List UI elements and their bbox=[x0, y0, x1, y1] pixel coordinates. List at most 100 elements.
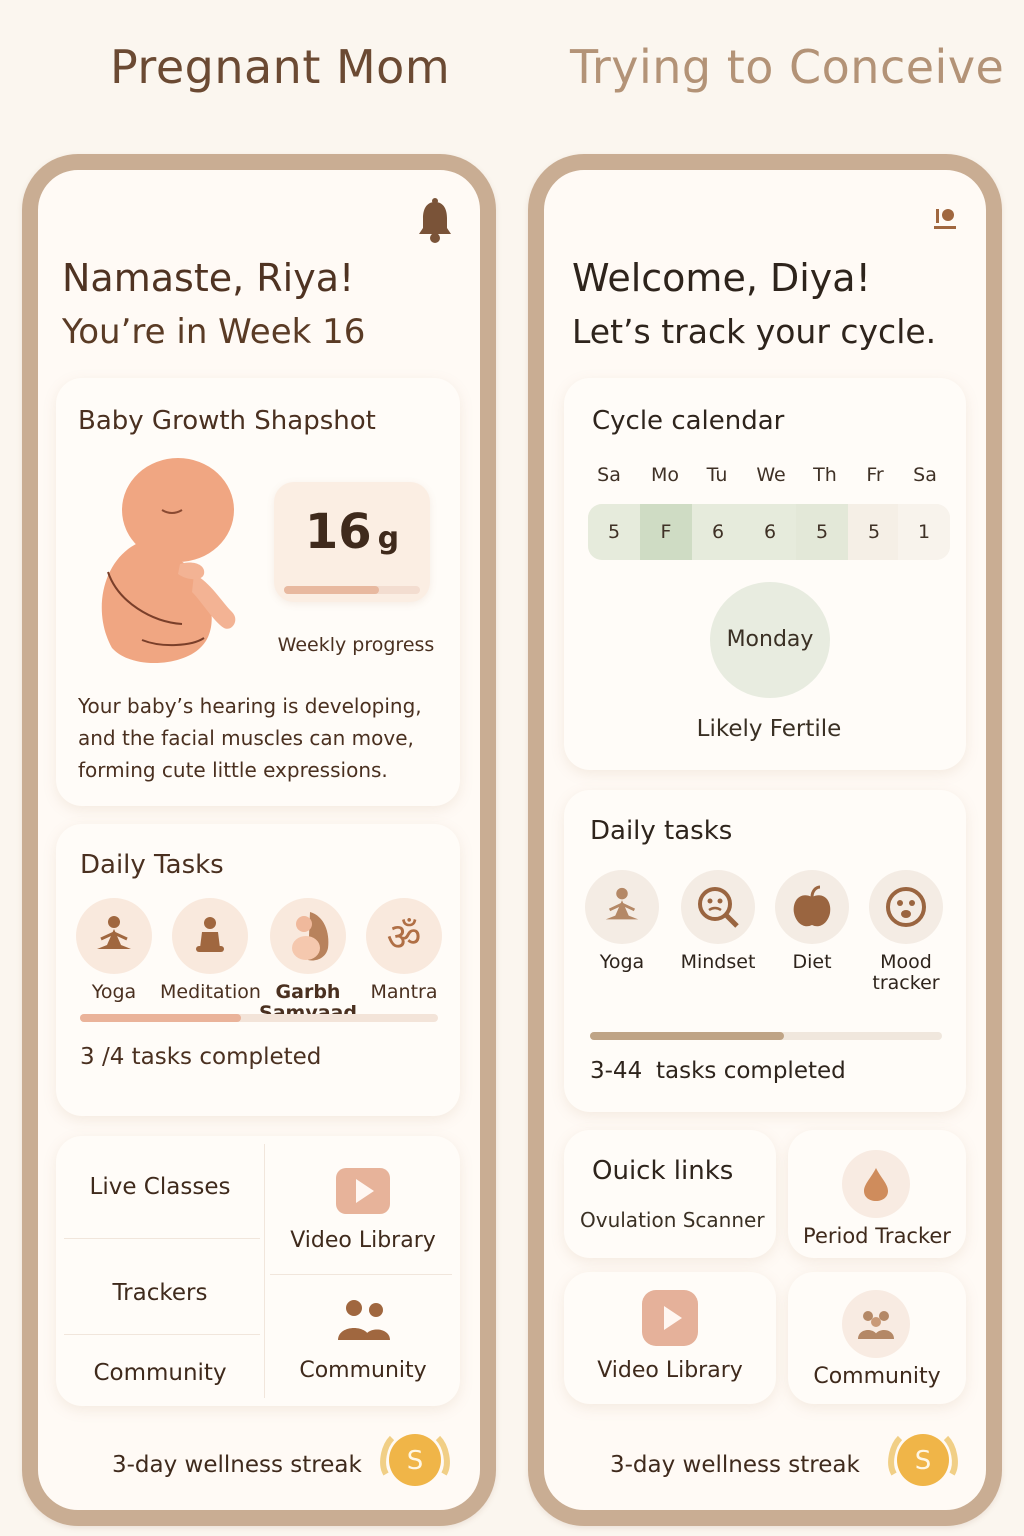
weekday: Sa bbox=[597, 464, 621, 486]
date-cell[interactable]: 5 bbox=[588, 504, 640, 560]
weekday: We bbox=[756, 464, 786, 486]
grid-divider bbox=[270, 1274, 452, 1275]
snapshot-title: Baby Growth Shapshot bbox=[78, 406, 376, 436]
task-label: Meditation bbox=[160, 981, 261, 1003]
community-card[interactable]: Community bbox=[788, 1272, 966, 1404]
trying-to-conceive-heading: Trying to Conceive bbox=[570, 40, 1005, 94]
trying-to-conceive-phone: Welcome, Diya! Let’s track your cycle. C… bbox=[528, 154, 1002, 1526]
links-grid-card: Live Classes Trackers Community Video Li… bbox=[56, 1136, 460, 1406]
task-label: Yoga bbox=[91, 981, 137, 1003]
week-subtitle: You’re in Week 16 bbox=[62, 312, 366, 352]
tasks-completed-text: tasks completed bbox=[656, 1058, 846, 1084]
task-circle bbox=[585, 870, 659, 944]
greeting: Namaste, Riya! bbox=[62, 256, 355, 300]
community-icon bbox=[858, 1311, 894, 1339]
play-icon bbox=[642, 1290, 698, 1346]
quick-links-title: Ouick links bbox=[592, 1156, 734, 1186]
live-classes-link[interactable]: Live Classes bbox=[60, 1174, 260, 1200]
task-yoga[interactable]: Yoga bbox=[572, 870, 672, 973]
tasks-progress-bar bbox=[590, 1032, 942, 1040]
wellness-streak-text: 3-day wellness streak bbox=[112, 1452, 362, 1478]
community-label: Community bbox=[813, 1364, 941, 1389]
date-cell[interactable]: 6 bbox=[692, 504, 744, 560]
video-library-link[interactable]: Video Library bbox=[266, 1162, 460, 1262]
tasks-progress-fill bbox=[590, 1032, 784, 1040]
task-garbh-samvaad[interactable]: Garbh Samvaad bbox=[258, 898, 358, 1024]
task-yoga[interactable]: Yoga bbox=[64, 898, 164, 1003]
task-circle bbox=[172, 898, 248, 974]
task-label: Mantra bbox=[370, 981, 438, 1003]
fertility-status: Likely Fertile bbox=[696, 716, 842, 742]
task-mindset[interactable]: Mindset bbox=[668, 870, 768, 973]
task-mood-tracker[interactable]: Mood tracker bbox=[856, 870, 956, 994]
period-tracker-label: Period Tracker bbox=[803, 1224, 951, 1248]
bell-icon[interactable] bbox=[416, 198, 454, 246]
task-label: Yoga bbox=[599, 951, 645, 973]
task-label: Mood tracker bbox=[872, 951, 940, 994]
trackers-link[interactable]: Trackers bbox=[60, 1280, 260, 1306]
pregnant-mom-heading: Pregnant Mom bbox=[110, 40, 451, 94]
weekday: Fr bbox=[866, 464, 884, 486]
grid-divider bbox=[64, 1334, 260, 1335]
tasks-completed-number: 3-44 bbox=[590, 1058, 643, 1084]
daily-tasks-card: Daily Tasks Yoga Meditation Garbh Samvaa… bbox=[56, 824, 460, 1116]
ovulation-scanner-link[interactable]: Ovulation Scanner bbox=[580, 1208, 765, 1232]
grid-divider bbox=[264, 1144, 265, 1398]
weight-value: 16 bbox=[304, 504, 372, 560]
task-meditation[interactable]: Meditation bbox=[160, 898, 261, 1003]
date-cell[interactable]: 5 bbox=[848, 504, 900, 560]
video-library-card[interactable]: Video Library bbox=[564, 1272, 776, 1404]
date-cell[interactable]: 1 bbox=[898, 504, 950, 560]
streak-medal-icon: S bbox=[888, 1434, 958, 1486]
task-diet[interactable]: Diet bbox=[762, 870, 862, 973]
svg-text:S: S bbox=[407, 1446, 424, 1476]
community-link[interactable]: Community bbox=[60, 1360, 260, 1386]
drop-circle bbox=[842, 1150, 910, 1218]
wellness-streak-text: 3-day wellness streak bbox=[610, 1452, 860, 1478]
community-circle bbox=[842, 1290, 910, 1358]
drop-icon bbox=[864, 1168, 888, 1201]
weekday-row: Sa Mo Tu We Th Fr Sa bbox=[584, 464, 954, 490]
baby-growth-card[interactable]: Baby Growth Shapshot 16 g Weekly progress… bbox=[56, 378, 460, 806]
date-cell-selected[interactable]: F bbox=[640, 504, 692, 560]
streak-medal-icon: S bbox=[380, 1434, 450, 1486]
tasks-title: Daily Tasks bbox=[80, 850, 224, 880]
quick-links-card[interactable]: Ouick links Ovulation Scanner bbox=[564, 1130, 776, 1258]
cycle-subtitle: Let’s track your cycle. bbox=[572, 312, 937, 351]
snapshot-description: Your baby’s hearing is developing, and t… bbox=[78, 694, 422, 782]
community-right-link[interactable]: Community bbox=[266, 1292, 460, 1392]
mood-face-icon bbox=[886, 887, 926, 927]
date-cell[interactable]: 6 bbox=[744, 504, 796, 560]
weekly-progress-label: Weekly progress bbox=[277, 634, 435, 656]
weight-display: 16 g bbox=[274, 504, 430, 560]
fetus-illustration bbox=[101, 458, 236, 664]
play-icon bbox=[336, 1168, 390, 1214]
period-tracker-card[interactable]: Period Tracker bbox=[788, 1130, 966, 1258]
tasks-completed-text: 3 /4 tasks completed bbox=[80, 1044, 322, 1070]
task-mantra[interactable]: ॐ Mantra bbox=[354, 898, 454, 1003]
tasks-title: Daily tasks bbox=[590, 816, 733, 846]
weekday: Sa bbox=[913, 464, 937, 486]
calendar-title: Cycle calendar bbox=[592, 406, 785, 436]
greeting: Welcome, Diya! bbox=[572, 256, 871, 300]
task-label: Mindset bbox=[680, 951, 756, 973]
weekday: Th bbox=[813, 464, 837, 486]
task-circle bbox=[681, 870, 755, 944]
date-strip: 5 F 6 6 5 5 1 bbox=[588, 504, 950, 560]
pregnant-mom-phone: Namaste, Riya! You’re in Week 16 Baby Gr… bbox=[22, 154, 496, 1526]
task-label: Diet bbox=[792, 951, 832, 973]
community-icon bbox=[338, 1300, 390, 1340]
yoga-icon bbox=[97, 916, 131, 949]
community-right-label: Community bbox=[299, 1358, 427, 1383]
profile-icon[interactable] bbox=[932, 206, 958, 232]
task-circle: ॐ bbox=[366, 898, 442, 974]
meditation-icon bbox=[196, 917, 224, 952]
weekday: Tu bbox=[706, 464, 728, 486]
task-circle bbox=[869, 870, 943, 944]
task-circle bbox=[76, 898, 152, 974]
grid-divider bbox=[64, 1238, 260, 1239]
task-circle bbox=[775, 870, 849, 944]
task-circle bbox=[270, 898, 346, 974]
selected-day-circle: Monday bbox=[710, 582, 830, 698]
date-cell[interactable]: 5 bbox=[796, 504, 848, 560]
